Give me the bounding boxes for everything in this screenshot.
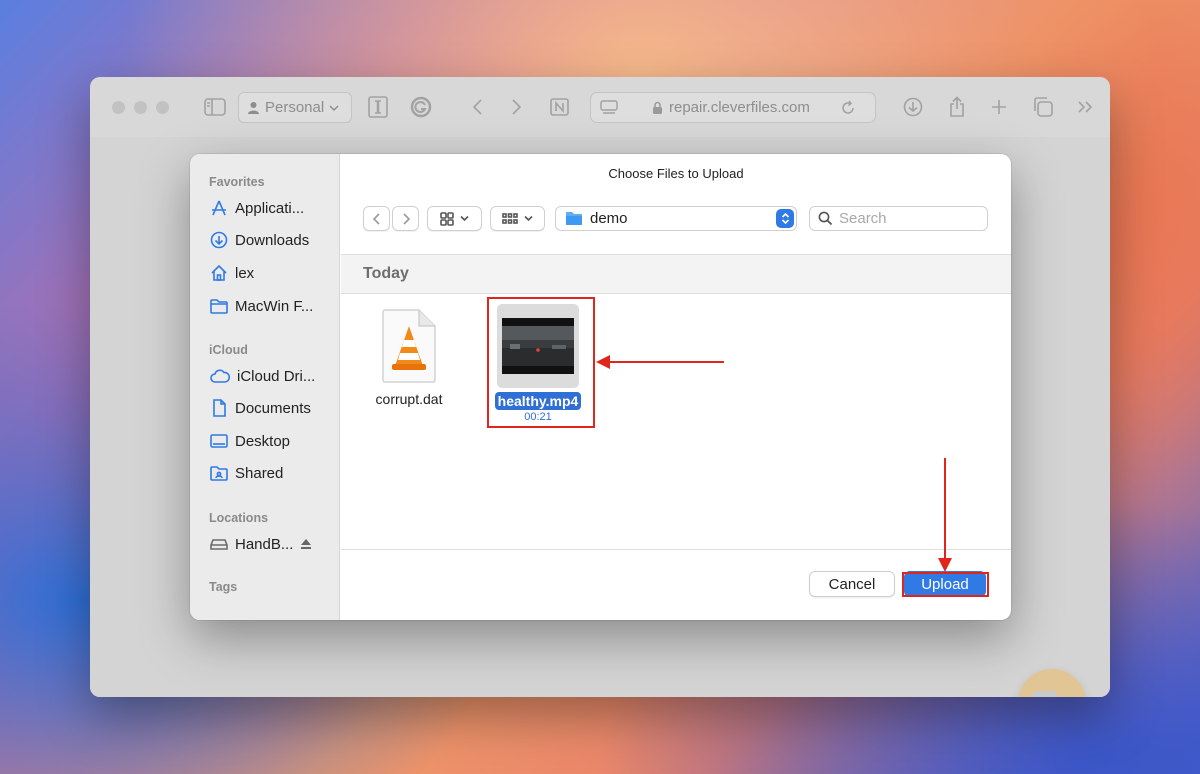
more-toolbar-icon[interactable]: [1074, 95, 1096, 119]
instapaper-extension-icon[interactable]: [366, 95, 390, 119]
group-divider: [341, 293, 1011, 294]
upload-button[interactable]: Upload: [904, 571, 986, 597]
file-item-healthy-mp4[interactable]: healthy.mp4 00:21: [488, 304, 588, 423]
chevron-down-icon: [329, 104, 339, 111]
folder-icon: [566, 212, 582, 225]
folder-icon: [210, 299, 228, 314]
sidebar-item-desktop[interactable]: Desktop: [210, 429, 336, 453]
share-icon[interactable]: [946, 95, 968, 119]
cancel-button[interactable]: Cancel: [809, 571, 895, 597]
page-menu-icon[interactable]: [600, 99, 618, 116]
reload-icon[interactable]: [840, 100, 856, 116]
notion-extension-icon[interactable]: [548, 95, 572, 119]
sidebar-item-label: lex: [235, 264, 255, 282]
folder-stepper[interactable]: [776, 209, 794, 228]
desktop-icon: [210, 434, 228, 448]
dialog-title: Choose Files to Upload: [608, 166, 744, 181]
sidebar-item-label: Documents: [235, 399, 311, 417]
chevron-right-icon: [402, 212, 410, 225]
dialog-sidebar: Favorites Applicati... Downloads lex Mac…: [190, 154, 340, 620]
grid-view-icon: [440, 211, 454, 226]
search-placeholder: Search: [839, 210, 887, 227]
file-name-selected: healthy.mp4: [494, 392, 582, 410]
chevron-down-icon: [524, 215, 533, 222]
folder-name: demo: [590, 210, 628, 227]
lock-icon: [653, 101, 662, 114]
close-window-button[interactable]: [112, 101, 125, 114]
sidebar-item-shared[interactable]: Shared: [210, 461, 336, 485]
url-text: repair.cleverfiles.com: [669, 99, 810, 116]
person-icon: [248, 101, 259, 114]
sidebar-item-icloud-drive[interactable]: iCloud Dri...: [210, 364, 336, 388]
eject-icon[interactable]: [300, 538, 312, 550]
view-mode-button[interactable]: [427, 206, 482, 231]
video-thumbnail-frame: [497, 304, 579, 388]
downloads-icon[interactable]: [902, 95, 924, 119]
sidebar-section-favorites: Favorites: [209, 175, 265, 189]
file-name: corrupt.dat: [375, 391, 443, 407]
browser-toolbar: Personal repair.cleverfiles.com: [90, 77, 1110, 137]
up-down-chevron-icon: [781, 212, 789, 225]
forward-button[interactable]: [392, 206, 419, 231]
sidebar-item-label: Downloads: [235, 231, 310, 249]
downloads-icon: [210, 231, 228, 249]
sidebar-section-locations: Locations: [209, 511, 269, 525]
shared-folder-icon: [210, 466, 228, 481]
chevron-left-icon: [372, 212, 380, 225]
sidebar-toggle-icon[interactable]: [202, 95, 228, 119]
home-icon: [211, 264, 227, 281]
profile-label: Personal: [265, 99, 325, 116]
footer-divider: [341, 549, 1011, 550]
chevron-down-icon: [460, 215, 469, 222]
grammarly-extension-icon[interactable]: [409, 95, 433, 119]
search-icon: [818, 211, 833, 226]
window-controls: [112, 101, 169, 114]
sidebar-item-home[interactable]: lex: [210, 261, 336, 285]
address-bar[interactable]: repair.cleverfiles.com: [590, 92, 876, 123]
cloud-icon: [210, 369, 230, 383]
sidebar-item-handbrake-drive[interactable]: HandB...: [210, 532, 336, 556]
group-header-today: Today: [341, 255, 1011, 293]
new-tab-icon[interactable]: [988, 95, 1010, 119]
minimize-window-button[interactable]: [134, 101, 147, 114]
zoom-window-button[interactable]: [156, 101, 169, 114]
sidebar-item-macwin-folder[interactable]: MacWin F...: [210, 294, 336, 318]
sidebar-item-label: MacWin F...: [235, 297, 314, 315]
sidebar-section-tags: Tags: [209, 580, 238, 594]
file-item-corrupt-dat[interactable]: corrupt.dat: [363, 308, 455, 407]
profile-selector[interactable]: Personal: [238, 92, 352, 123]
sidebar-item-applications[interactable]: Applicati...: [210, 196, 336, 220]
vlc-file-icon: [382, 309, 436, 383]
sidebar-item-label: HandB...: [235, 535, 294, 553]
forward-icon[interactable]: [508, 95, 526, 119]
sidebar-item-label: iCloud Dri...: [237, 367, 316, 385]
chat-icon: [1033, 691, 1057, 697]
sidebar-item-documents[interactable]: Documents: [210, 396, 336, 420]
back-button[interactable]: [363, 206, 390, 231]
chat-widget-button[interactable]: [1018, 669, 1086, 697]
sidebar-item-label: Applicati...: [235, 199, 305, 217]
group-icon: [502, 212, 518, 224]
back-icon[interactable]: [468, 95, 486, 119]
tab-overview-icon[interactable]: [1031, 95, 1055, 119]
sidebar-section-icloud: iCloud: [209, 343, 248, 357]
sidebar-item-downloads[interactable]: Downloads: [210, 228, 336, 252]
dialog-main-pane: Choose Files to Upload demo Search Today…: [341, 154, 1011, 620]
file-upload-dialog: Favorites Applicati... Downloads lex Mac…: [190, 154, 1011, 620]
sidebar-item-label: Shared: [235, 464, 284, 482]
folder-location-select[interactable]: demo: [555, 206, 797, 231]
video-thumbnail: [502, 318, 574, 374]
applications-icon: [212, 200, 226, 216]
video-duration: 00:21: [524, 411, 552, 423]
sidebar-item-label: Desktop: [235, 432, 291, 450]
search-field[interactable]: Search: [809, 206, 988, 231]
document-icon: [213, 399, 226, 417]
drive-icon: [210, 539, 228, 550]
group-by-button[interactable]: [490, 206, 545, 231]
